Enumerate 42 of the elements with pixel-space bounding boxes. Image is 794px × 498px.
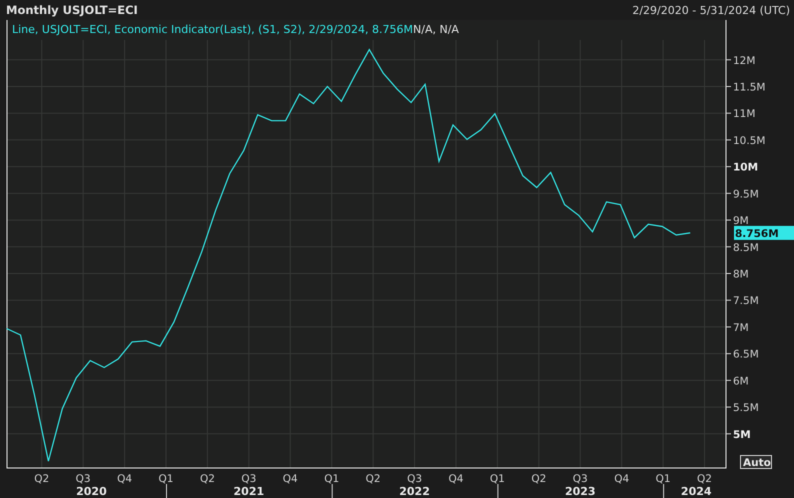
axis-label: 12M <box>733 54 756 67</box>
year-label: 2022 <box>399 485 430 498</box>
axis-label: Q3 <box>572 473 588 485</box>
axis-label: 7M <box>733 322 749 334</box>
axis-label: 8M <box>733 268 749 280</box>
axis-label: Q2 <box>366 473 381 485</box>
axis-label: Q2 <box>34 473 50 485</box>
axis-label: Q3 <box>241 473 256 485</box>
auto-button[interactable]: Auto <box>740 455 772 469</box>
axis-label: 6M <box>733 375 749 388</box>
axis-label: Q2 <box>200 473 215 485</box>
axis-label: 5.5M <box>733 402 759 414</box>
axis-label: Q4 <box>614 473 630 485</box>
axis-label: 7.5M <box>733 295 759 308</box>
axis-label: Q4 <box>448 473 464 485</box>
axis-label: Q1 <box>656 473 671 485</box>
axis-label: Q1 <box>158 473 174 485</box>
axis-label: 5M <box>733 428 751 441</box>
year-label: 2020 <box>76 485 107 498</box>
axis-label: Q1 <box>490 473 505 485</box>
axis-label: 9.5M <box>733 188 759 200</box>
year-label: 2021 <box>234 485 264 498</box>
axis-label: 11.5M <box>733 81 766 94</box>
axis-label: Q4 <box>117 473 132 485</box>
axis-label: 6.5M <box>733 348 759 361</box>
axis-label: 10M <box>733 162 758 174</box>
legend-text: Line, USJOLT=ECI, Economic Indicator(Last), (S1, S2), 2/29/2024, 8.756MN/A, N/A <box>12 23 459 36</box>
axis-label: 10.5M <box>733 134 766 147</box>
axis-label: Q3 <box>76 473 91 485</box>
axis-label: 8.5M <box>733 242 759 254</box>
axis-label: Q2 <box>531 473 546 485</box>
chart-title: Monthly USJOLT=ECI <box>6 3 138 17</box>
axis-label: Q2 <box>697 473 712 485</box>
year-label: 2024 <box>680 485 712 498</box>
axis-label: Q1 <box>324 473 340 485</box>
last-value-tag: 8.756M <box>734 226 794 240</box>
axis-label: Q3 <box>407 473 422 485</box>
axis-label: 11M <box>733 108 756 120</box>
year-label: 2023 <box>564 485 596 498</box>
date-range: 2/29/2020 - 5/31/2024 (UTC) <box>632 4 790 16</box>
axis-label: Q4 <box>282 473 298 485</box>
axis-label: 9M <box>733 215 749 228</box>
